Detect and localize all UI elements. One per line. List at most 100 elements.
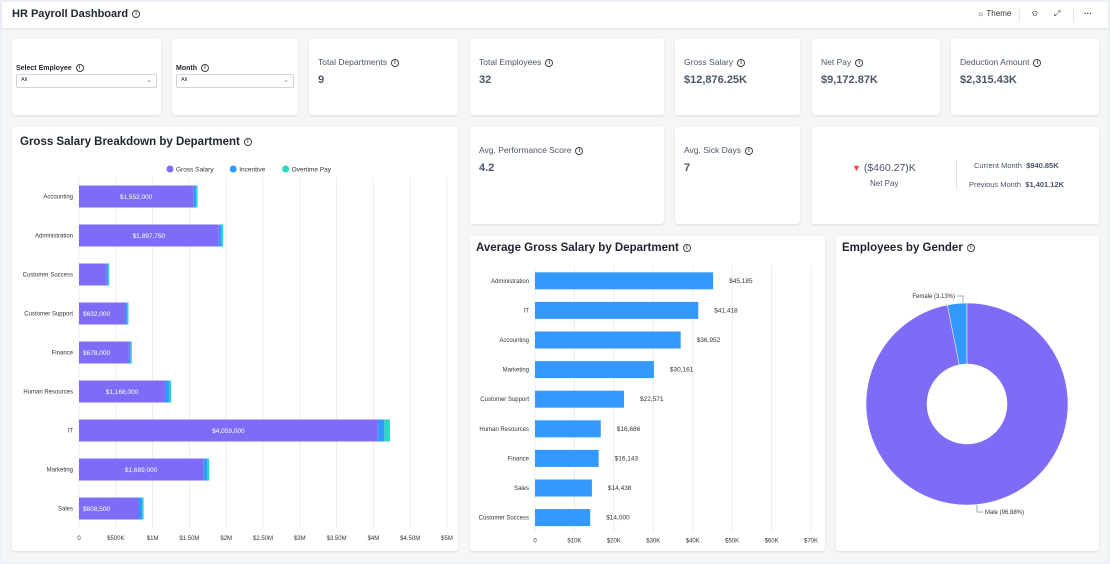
leader-line — [957, 295, 964, 303]
info-icon[interactable]: i — [1033, 58, 1042, 67]
legend-label: Incentive — [239, 167, 265, 174]
legend-label: Overtime Pay — [292, 167, 332, 174]
net-pay-delta: ▼ ($460.27)K — [852, 162, 916, 174]
y-tick-label: Administration — [491, 279, 529, 285]
kpi-card: Avg. Sick Days i 7 — [675, 127, 800, 224]
bar-segment — [221, 224, 224, 247]
divider — [1019, 9, 1020, 22]
x-tick-label: $20K — [607, 538, 621, 544]
bar — [535, 449, 599, 467]
bar-segment — [138, 497, 143, 520]
data-label: $14,000 — [606, 515, 630, 522]
bar — [535, 509, 591, 527]
data-label: $45,185 — [729, 278, 753, 285]
bar-segment — [130, 341, 132, 364]
data-label: $41,418 — [714, 307, 738, 314]
kpi-label-text: Avg. Sick Days — [684, 145, 742, 155]
net-pay-delta-label: Net Pay — [870, 179, 899, 188]
info-icon[interactable]: i — [75, 64, 84, 72]
previous-month-row: Previous Month $1,401.12K — [969, 180, 1064, 189]
bar-segment — [79, 263, 107, 286]
x-tick-label: $70K — [804, 538, 818, 544]
chevron-down-icon: ⌄ — [283, 77, 289, 84]
bar-segment — [207, 458, 210, 481]
divider — [1073, 9, 1074, 22]
x-tick-label: $10K — [567, 538, 581, 544]
kpi-value: $12,876.25K — [684, 74, 747, 86]
kpi-card: Avg. Performance Score i 4.2 — [470, 127, 664, 224]
kpi-value: 4.2 — [479, 162, 495, 174]
x-tick-label: $3M — [294, 536, 306, 542]
info-icon[interactable]: i — [132, 10, 141, 19]
slice-label: Female (3.13%) — [912, 294, 955, 300]
bar-segment — [108, 263, 110, 286]
bar-segment — [218, 224, 222, 247]
kpi-label: Deduction Amount i — [960, 57, 1042, 67]
y-tick-label: Marketing — [503, 368, 529, 374]
net-pay-delta-value: ($460.27)K — [863, 162, 916, 174]
data-label: $1,689,000 — [125, 467, 158, 474]
chevron-down-icon: ⌄ — [146, 77, 152, 84]
kpi-label-text: Gross Salary — [684, 57, 734, 67]
month-select[interactable]: All ⌄ — [176, 74, 294, 88]
info-icon[interactable]: i — [201, 64, 209, 72]
info-icon[interactable]: i — [390, 58, 399, 67]
y-tick-label: IT — [524, 308, 530, 314]
y-tick-label: Human Resources — [479, 427, 529, 433]
x-tick-label: $40K — [686, 538, 700, 544]
more-icon[interactable]: ··· — [1084, 9, 1092, 18]
bar — [535, 272, 714, 290]
bar — [535, 331, 681, 349]
data-label: $14,438 — [608, 485, 632, 492]
info-icon[interactable]: i — [545, 58, 554, 67]
kpi-value: $2,315.43K — [960, 74, 1017, 86]
header-bar: HR Payroll Dashboard i ☼ Theme ଡ ⤢ ··· — [2, 2, 1108, 28]
theme-button[interactable]: ☼ Theme — [977, 9, 1011, 18]
data-label: $632,000 — [83, 311, 110, 318]
divider — [956, 160, 957, 190]
info-icon[interactable]: i — [855, 58, 864, 67]
kpi-label: Avg. Sick Days i — [684, 145, 754, 155]
bar-segment — [164, 380, 170, 403]
x-tick-label: $1.50M — [179, 536, 199, 542]
x-tick-label: $5M — [441, 536, 453, 542]
kpi-card: Total Departments i 9 — [309, 39, 458, 115]
employee-select-value: All — [21, 77, 28, 83]
trend-down-icon: ▼ — [852, 163, 861, 173]
expand-icon[interactable]: ⤢ — [1054, 9, 1060, 19]
kpi-label-text: Total Employees — [479, 57, 542, 67]
bar-segment — [193, 185, 197, 208]
y-tick-label: Human Resources — [23, 390, 73, 396]
month-filter-label-text: Month — [176, 64, 197, 72]
y-tick-label: Customer Support — [24, 312, 73, 318]
info-icon[interactable]: i — [575, 146, 584, 155]
data-label: $4,059,000 — [212, 428, 245, 435]
y-tick-label: Customer Success — [479, 516, 529, 522]
legend-marker — [229, 165, 237, 173]
y-tick-label: Sales — [514, 486, 529, 492]
kpi-value: 7 — [684, 162, 691, 174]
bar-segment — [127, 302, 129, 325]
sun-icon: ☼ — [977, 9, 985, 18]
kpi-card: Gross Salary i $12,876.25K — [675, 39, 800, 115]
employees-by-gender-chart: Female (3.13%) Male (96.88%) — [865, 294, 1069, 516]
kpi-label-text: Avg. Performance Score — [479, 145, 572, 155]
y-tick-label: Marketing — [47, 468, 73, 474]
kpi-value: 32 — [479, 74, 492, 86]
kpi-label: Total Employees i — [479, 57, 554, 67]
data-label: $1,552,000 — [120, 194, 153, 201]
data-label: $22,571 — [640, 396, 664, 403]
x-tick-label: $4M — [368, 536, 380, 542]
glasses-icon[interactable]: ଡ — [1032, 9, 1038, 19]
info-icon[interactable]: i — [737, 58, 746, 67]
info-icon[interactable]: i — [745, 146, 754, 155]
month-select-value: All — [181, 77, 188, 83]
employee-select[interactable]: All ⌄ — [16, 74, 157, 88]
bar — [535, 479, 592, 497]
employee-filter-label-text: Select Employee — [16, 64, 72, 72]
pie-slice-male — [865, 302, 1069, 506]
kpi-card: Net Pay i $9,172.87K — [812, 39, 940, 115]
leader-line — [976, 505, 983, 513]
data-label: $30,161 — [670, 367, 694, 374]
data-label: $678,000 — [83, 350, 110, 357]
